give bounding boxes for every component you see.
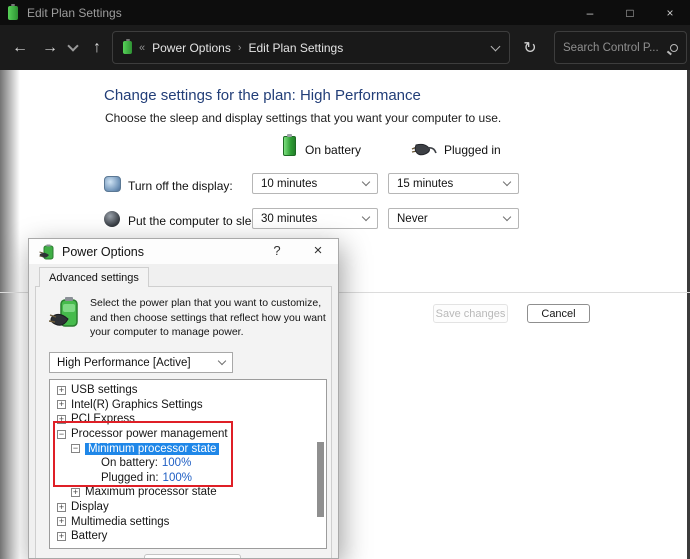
setting-name: Plugged in: xyxy=(101,472,159,484)
tree-item-on-battery[interactable]: On battery: 100% xyxy=(50,456,326,471)
power-options-icon xyxy=(39,244,56,260)
breadcrumb-edit-plan-settings[interactable]: Edit Plan Settings xyxy=(249,41,344,55)
display-on-battery-value: 10 minutes xyxy=(261,178,317,190)
tree-item-label-selected: Minimum processor state xyxy=(85,443,219,455)
page-subtitle: Choose the sleep and display settings th… xyxy=(105,111,501,125)
back-icon[interactable]: ← xyxy=(6,25,34,70)
left-edge-shadow xyxy=(0,70,20,559)
sleep-plugged-in-value: Never xyxy=(397,213,428,225)
power-options-dialog: Power Options ? × Advanced settings Sele… xyxy=(28,238,339,559)
address-dropdown-icon[interactable] xyxy=(491,41,501,51)
tree-item-label: PCI Express xyxy=(71,413,135,425)
help-button[interactable]: ? xyxy=(268,243,286,261)
tree-item-battery[interactable]: + Battery xyxy=(50,529,326,544)
chevron-down-icon xyxy=(503,213,511,221)
sleep-on-battery-select[interactable]: 30 minutes xyxy=(252,208,378,229)
collapse-icon[interactable]: − xyxy=(57,430,66,439)
maximize-button[interactable]: □ xyxy=(610,0,650,25)
tree-item-multimedia-settings[interactable]: + Multimedia settings xyxy=(50,514,326,529)
tree-item-processor-power-management[interactable]: −Processor power management xyxy=(50,427,326,442)
page-title: Change settings for the plan: High Perfo… xyxy=(104,87,421,104)
chevron-down-icon xyxy=(362,213,370,221)
sleep-plugged-in-select[interactable]: Never xyxy=(388,208,519,229)
search-input[interactable] xyxy=(563,42,670,54)
expand-icon[interactable]: + xyxy=(57,532,66,541)
setting-value-link[interactable]: 100% xyxy=(163,472,192,484)
expand-icon[interactable]: + xyxy=(57,400,66,409)
sleep-on-battery-value: 30 minutes xyxy=(261,213,317,225)
sleep-label: Put the computer to sleep: xyxy=(128,214,268,228)
history-chevron-icon[interactable] xyxy=(62,25,84,70)
chevron-down-icon xyxy=(218,357,226,365)
breadcrumb-overflow[interactable]: « xyxy=(139,42,145,54)
expand-icon[interactable]: + xyxy=(57,503,66,512)
tree-item-label: USB settings xyxy=(71,384,137,396)
location-battery-icon xyxy=(123,41,132,54)
dialog-close-button[interactable]: × xyxy=(308,242,328,262)
dialog-description: Select the power plan that you want to c… xyxy=(90,296,339,340)
expand-icon[interactable]: + xyxy=(71,488,80,497)
search-icon[interactable] xyxy=(670,44,678,52)
edit-plan-settings-window: Edit Plan Settings – □ × ← → ↑ « Power O… xyxy=(0,0,690,559)
up-icon[interactable]: ↑ xyxy=(84,25,110,70)
window-titlebar: Edit Plan Settings – □ × xyxy=(0,0,690,25)
breadcrumb-separator: › xyxy=(238,42,242,54)
tree-item-minimum-processor-state[interactable]: −Minimum processor state xyxy=(50,441,326,456)
display-on-battery-select[interactable]: 10 minutes xyxy=(252,173,378,194)
forward-icon[interactable]: → xyxy=(36,25,64,70)
plan-select-value: High Performance [Active] xyxy=(57,357,191,369)
tree-item-usb[interactable]: + USB settings xyxy=(50,383,326,398)
window-title: Edit Plan Settings xyxy=(27,6,122,20)
tree-item-plugged-in[interactable]: Plugged in: 100% xyxy=(50,471,326,486)
expand-icon[interactable]: + xyxy=(57,386,66,395)
tab-advanced-settings[interactable]: Advanced settings xyxy=(39,267,149,287)
display-plugged-in-value: 15 minutes xyxy=(397,178,453,190)
refresh-icon[interactable]: ↻ xyxy=(516,31,544,64)
tree-item-label: Battery xyxy=(71,530,107,542)
plugged-in-icon xyxy=(410,141,438,157)
dialog-title: Power Options xyxy=(62,245,144,259)
power-plan-icon xyxy=(49,295,83,331)
tree-item-display[interactable]: + Display xyxy=(50,500,326,515)
address-bar[interactable]: « Power Options › Edit Plan Settings xyxy=(112,31,510,64)
expand-icon[interactable]: + xyxy=(57,415,66,424)
tree-item-label: Intel(R) Graphics Settings xyxy=(71,399,203,411)
tree-item-maximum-processor-state[interactable]: + Maximum processor state xyxy=(50,485,326,500)
dialog-titlebar[interactable]: Power Options ? × xyxy=(29,239,338,264)
cancel-button[interactable]: Cancel xyxy=(527,304,590,323)
on-battery-column-header: On battery xyxy=(305,143,361,157)
sleep-icon xyxy=(104,211,120,227)
turn-off-display-label: Turn off the display: xyxy=(128,179,233,193)
tree-item-label: Display xyxy=(71,501,109,513)
tree-item-label: Processor power management xyxy=(71,428,228,440)
tree-item-label: Multimedia settings xyxy=(71,516,169,528)
tree-item-pci-express[interactable]: + PCI Express xyxy=(50,412,326,427)
setting-value-link[interactable]: 100% xyxy=(162,457,191,469)
search-box[interactable] xyxy=(554,31,687,64)
display-icon xyxy=(104,176,121,192)
on-battery-icon xyxy=(283,136,296,156)
chevron-down-icon xyxy=(362,178,370,186)
collapse-icon[interactable]: − xyxy=(71,444,80,453)
display-plugged-in-select[interactable]: 15 minutes xyxy=(388,173,519,194)
cut-off-button[interactable] xyxy=(144,554,241,559)
plan-select[interactable]: High Performance [Active] xyxy=(49,352,233,373)
close-button[interactable]: × xyxy=(650,0,690,25)
setting-name: On battery: xyxy=(101,457,158,469)
breadcrumb-power-options[interactable]: Power Options xyxy=(152,41,231,55)
tree-scrollbar-thumb[interactable] xyxy=(317,442,324,517)
minimize-button[interactable]: – xyxy=(570,0,610,25)
tree-item-intel-graphics[interactable]: + Intel(R) Graphics Settings xyxy=(50,398,326,413)
settings-tree: + USB settings + Intel(R) Graphics Setting… xyxy=(49,379,327,549)
save-changes-button[interactable]: Save changes xyxy=(433,304,508,323)
navigation-bar: ← → ↑ « Power Options › Edit Plan Settin… xyxy=(0,25,690,70)
chevron-down-icon xyxy=(503,178,511,186)
expand-icon[interactable]: + xyxy=(57,517,66,526)
tree-item-label: Maximum processor state xyxy=(85,486,217,498)
plugged-in-column-header: Plugged in xyxy=(444,143,501,157)
app-battery-icon xyxy=(8,6,18,20)
